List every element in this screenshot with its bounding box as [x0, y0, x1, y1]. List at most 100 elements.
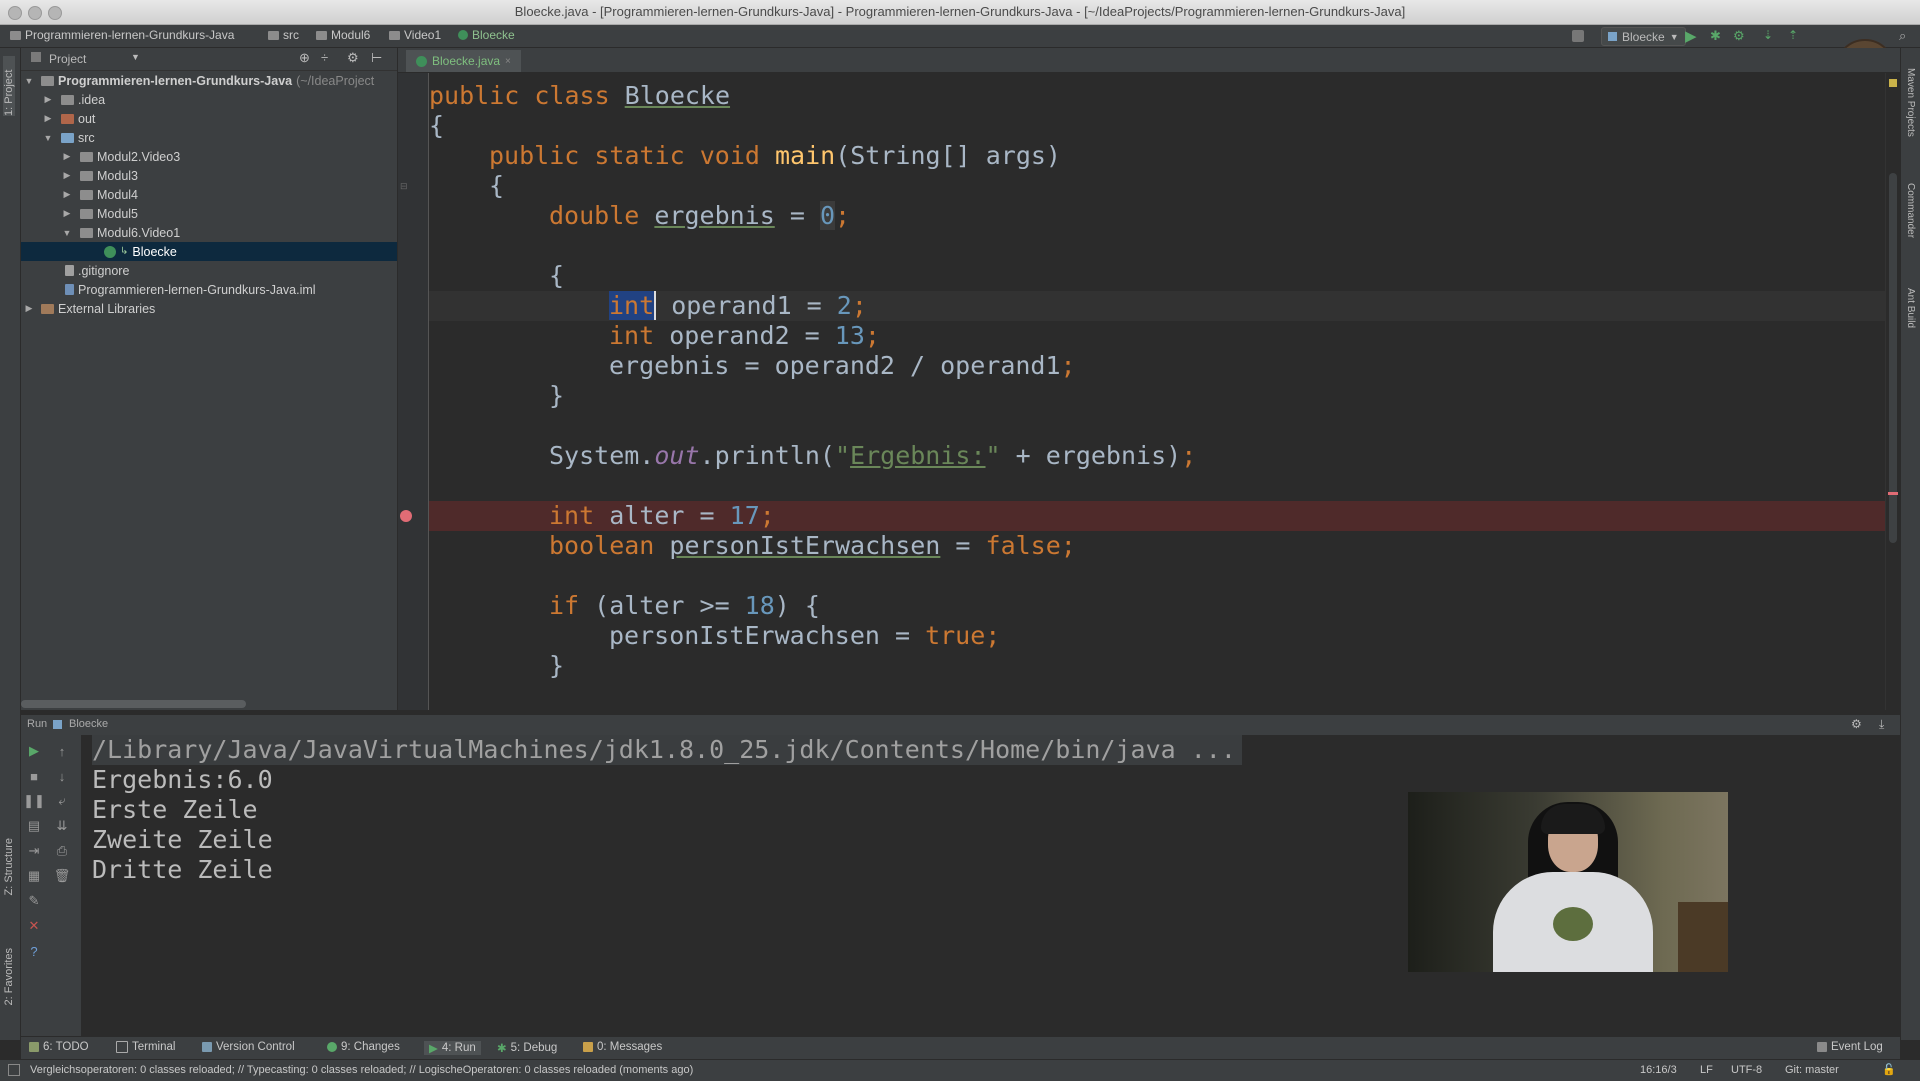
breadcrumb-video1[interactable]: Video1 — [389, 28, 441, 42]
lock-icon[interactable]: 🔓 — [1882, 1063, 1896, 1076]
debug-tool-button[interactable]: ✱ 5: Debug — [497, 1041, 557, 1055]
breakpoint-icon[interactable] — [400, 510, 412, 522]
chevron-right-icon[interactable]: ▶ — [23, 303, 35, 314]
chevron-right-icon[interactable]: ▶ — [61, 189, 73, 200]
breadcrumb-label: Programmieren-lernen-Grundkurs-Java — [25, 28, 235, 42]
scroll-up-icon[interactable]: ↑ — [54, 743, 70, 759]
event-log-tool-button[interactable]: Event Log — [1817, 1041, 1883, 1053]
editor-gutter[interactable]: ⊟ — [398, 73, 429, 710]
structure-tool-button[interactable]: Z: Structure — [3, 838, 15, 895]
git-branch[interactable]: Git: master — [1785, 1064, 1839, 1076]
tree-item-bloecke[interactable]: ↳ Bloecke — [21, 242, 397, 261]
debug-icon[interactable]: ✱ — [1710, 28, 1721, 44]
chevron-right-icon[interactable]: ▶ — [42, 94, 54, 105]
trash-icon[interactable]: 🗑 — [54, 868, 71, 884]
run-config-select[interactable]: Bloecke ▼ — [1601, 27, 1686, 46]
todo-tool-button[interactable]: 6: TODO — [29, 1041, 89, 1053]
project-structure-icon[interactable] — [1572, 30, 1584, 42]
caret-position[interactable]: 16:16/3 — [1640, 1064, 1677, 1076]
print-icon[interactable]: ⎙ — [54, 843, 70, 859]
pin-icon[interactable]: ✎ — [26, 893, 42, 909]
gear-icon[interactable]: ⚙ — [347, 50, 359, 66]
tree-item-label: Bloecke — [132, 244, 177, 259]
run-tool-button[interactable]: ▶ 4: Run — [424, 1041, 481, 1055]
chevron-down-icon[interactable]: ▼ — [131, 52, 140, 62]
project-tool-button[interactable]: 1: Project — [3, 56, 15, 116]
package-icon — [80, 208, 93, 219]
chevron-right-icon[interactable]: ▶ — [42, 113, 54, 124]
version-control-tool-button[interactable]: Version Control — [202, 1041, 295, 1053]
editor-vertical-scrollbar[interactable] — [1885, 73, 1900, 710]
scroll-from-source-icon[interactable]: ⊕ — [299, 50, 310, 66]
code-line-1: public class Bloecke — [429, 81, 731, 110]
run-config-tab[interactable]: Bloecke — [69, 718, 108, 730]
tab-bloecke-java[interactable]: Bloecke.java × — [406, 50, 521, 72]
console-line: Erste Zeile — [92, 795, 258, 824]
chevron-down-icon[interactable]: ▼ — [23, 76, 35, 86]
tree-item-modul4[interactable]: ▶ Modul4 — [21, 185, 397, 204]
run-icon[interactable]: ▶ — [1685, 27, 1697, 45]
maven-projects-tool-button[interactable]: Maven Projects — [1905, 68, 1916, 137]
fold-marker-icon[interactable]: ⊟ — [400, 181, 408, 192]
hide-panel-icon[interactable]: ⊢ — [371, 50, 382, 66]
coverage-icon[interactable]: ⚙ — [1733, 28, 1745, 44]
chevron-right-icon[interactable]: ▶ — [61, 151, 73, 162]
close-icon[interactable]: ✕ — [26, 918, 42, 934]
tree-item-modul6-video1[interactable]: ▼ Modul6.Video1 — [21, 223, 397, 242]
breadcrumb-src[interactable]: src — [268, 28, 299, 42]
tree-item-idea[interactable]: ▶ .idea — [21, 90, 397, 109]
tree-item-external-libraries[interactable]: ▶ External Libraries — [21, 299, 397, 318]
inspection-status-icon[interactable] — [1889, 79, 1897, 87]
scroll-thumb[interactable] — [1889, 173, 1897, 543]
tree-item-modul5[interactable]: ▶ Modul5 — [21, 204, 397, 223]
status-message[interactable]: Vergleichsoperatoren: 0 classes reloaded… — [30, 1064, 693, 1076]
messages-tool-button[interactable]: 0: Messages — [583, 1041, 662, 1053]
line-separator[interactable]: LF — [1700, 1064, 1713, 1076]
tree-item-gitignore[interactable]: .gitignore — [21, 261, 397, 280]
horizontal-scrollbar[interactable] — [21, 700, 246, 708]
favorites-tool-button[interactable]: 2: Favorites — [3, 948, 15, 1005]
breadcrumb-bloecke[interactable]: Bloecke — [458, 28, 515, 42]
exit-icon[interactable]: ⇥ — [26, 843, 42, 859]
file-encoding[interactable]: UTF-8 — [1731, 1064, 1762, 1076]
collapse-all-icon[interactable]: ÷ — [321, 50, 328, 65]
chevron-down-icon[interactable]: ▼ — [61, 228, 73, 238]
scroll-down-icon[interactable]: ↓ — [54, 768, 70, 784]
ant-build-tool-button[interactable]: Ant Build — [1905, 288, 1916, 328]
gear-icon[interactable]: ⚙ — [1851, 717, 1862, 731]
dump-threads-icon[interactable]: ▤ — [26, 818, 42, 834]
scroll-to-end-icon[interactable]: ⇊ — [54, 818, 70, 834]
commander-tool-button[interactable]: Commander — [1905, 183, 1916, 238]
help-icon[interactable]: ? — [26, 943, 42, 959]
changes-tool-button[interactable]: 9: Changes — [327, 1041, 400, 1053]
rerun-icon[interactable]: ▶ — [26, 743, 42, 759]
search-icon[interactable]: ⌕ — [1899, 28, 1906, 44]
run-panel-title: Run — [27, 718, 48, 730]
stop-icon[interactable]: ■ — [26, 768, 42, 784]
tool-label: Version Control — [216, 1041, 295, 1053]
toggle-tool-windows-icon[interactable] — [8, 1064, 20, 1076]
code-line-16: } — [549, 651, 565, 680]
tree-item-modul2-video3[interactable]: ▶ Modul2.Video3 — [21, 147, 397, 166]
tree-item-iml[interactable]: Programmieren-lernen-Grundkurs-Java.iml — [21, 280, 397, 299]
close-icon[interactable]: × — [505, 56, 511, 67]
soft-wrap-icon[interactable]: ⤶ — [54, 793, 70, 809]
tree-item-src[interactable]: ▼ src — [21, 128, 397, 147]
pause-icon[interactable]: ❚❚ — [23, 793, 45, 809]
layout-icon[interactable]: ▦ — [26, 868, 42, 884]
chevron-down-icon[interactable]: ▼ — [42, 133, 54, 143]
code-editor[interactable]: public class Bloecke { public static voi… — [429, 73, 1885, 710]
breadcrumb-modul6[interactable]: Modul6 — [316, 28, 370, 42]
tree-root-project[interactable]: ▼ Programmieren-lernen-Grundkurs-Java (~… — [21, 71, 397, 90]
vcs-update-icon[interactable]: ⇣ — [1763, 28, 1773, 42]
terminal-tool-button[interactable]: Terminal — [116, 1041, 175, 1053]
tool-label: 6: TODO — [43, 1041, 89, 1053]
breadcrumb-project[interactable]: Programmieren-lernen-Grundkurs-Java — [10, 28, 234, 42]
project-view-select[interactable]: Project — [49, 52, 86, 66]
chevron-right-icon[interactable]: ▶ — [61, 170, 73, 181]
vcs-commit-icon[interactable]: ⇡ — [1788, 28, 1798, 42]
tree-item-modul3[interactable]: ▶ Modul3 — [21, 166, 397, 185]
chevron-right-icon[interactable]: ▶ — [61, 208, 73, 219]
hide-panel-icon[interactable]: ⤓ — [1879, 717, 1884, 732]
tree-item-out[interactable]: ▶ out — [21, 109, 397, 128]
